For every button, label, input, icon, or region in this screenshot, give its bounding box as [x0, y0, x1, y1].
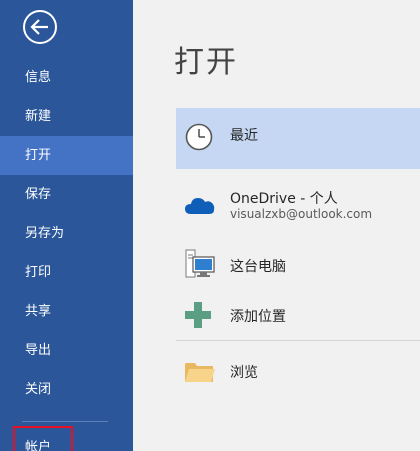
open-panel: 打开 最近 OneDrive - 个人 visualzxb@outlook.co… [133, 0, 420, 451]
nav-open[interactable]: 打开 [0, 136, 133, 175]
account-highlight-box [13, 426, 73, 451]
location-add-place-label: 添加位置 [230, 309, 286, 325]
nav-save-as[interactable]: 另存为 [0, 214, 133, 253]
plus-icon [184, 301, 212, 333]
computer-icon [184, 248, 216, 284]
nav-share[interactable]: 共享 [0, 292, 133, 331]
clock-icon [184, 122, 214, 156]
onedrive-cloud-icon [184, 194, 216, 220]
sidebar-divider [22, 421, 108, 422]
back-button[interactable] [22, 9, 58, 45]
backstage-sidebar: 信息 新建 打开 保存 另存为 打印 共享 导出 关闭 帐户 [0, 0, 133, 451]
location-onedrive[interactable]: OneDrive - 个人 visualzxb@outlook.com [176, 182, 420, 228]
location-recent[interactable]: 最近 [176, 108, 420, 169]
nav-new[interactable]: 新建 [0, 97, 133, 136]
location-onedrive-label: OneDrive - 个人 [230, 191, 338, 207]
location-add-place[interactable]: 添加位置 [176, 294, 420, 334]
word-backstage: 信息 新建 打开 保存 另存为 打印 共享 导出 关闭 帐户 打开 最近 One… [0, 0, 420, 451]
nav-print[interactable]: 打印 [0, 253, 133, 292]
location-this-pc-label: 这台电脑 [230, 259, 286, 275]
back-arrow-icon [23, 10, 57, 44]
nav-save[interactable]: 保存 [0, 175, 133, 214]
nav-info[interactable]: 信息 [0, 58, 133, 97]
nav-close[interactable]: 关闭 [0, 370, 133, 409]
location-this-pc[interactable]: 这台电脑 [176, 244, 420, 284]
nav-export[interactable]: 导出 [0, 331, 133, 370]
locations-divider [176, 340, 420, 341]
location-onedrive-account: visualzxb@outlook.com [230, 207, 373, 221]
location-recent-label: 最近 [230, 128, 258, 144]
page-title: 打开 [174, 45, 238, 80]
folder-icon [184, 360, 216, 388]
location-browse-label: 浏览 [230, 365, 258, 381]
location-browse[interactable]: 浏览 [176, 352, 420, 392]
